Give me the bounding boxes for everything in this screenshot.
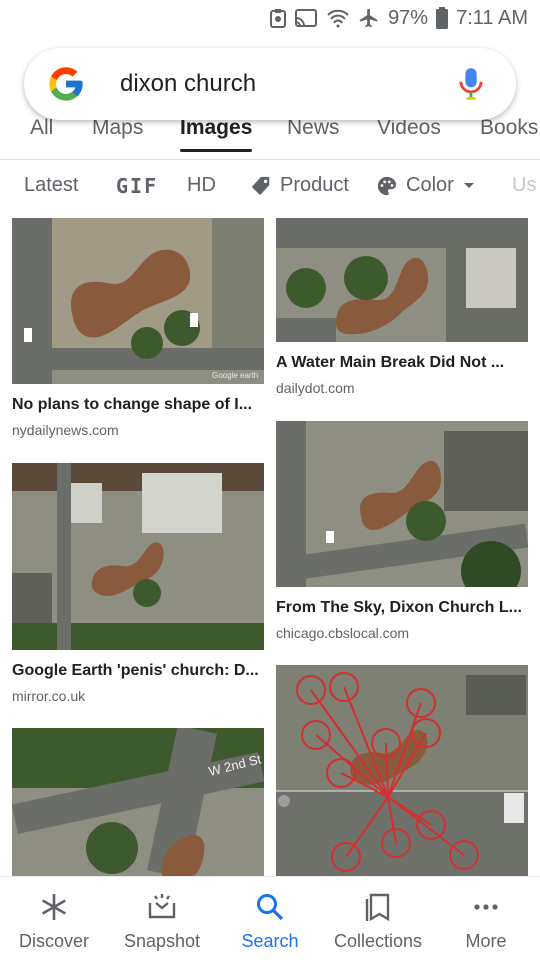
result-thumbnail[interactable]	[12, 463, 264, 650]
result-card[interactable]: W 2nd St	[12, 728, 264, 876]
chip-usage-label: Us	[512, 174, 537, 196]
notification-icon	[270, 8, 287, 28]
result-source: dailydot.com	[276, 380, 355, 396]
battery-percent: 97%	[388, 6, 429, 29]
tab-videos[interactable]: Videos	[377, 116, 441, 152]
result-thumbnail[interactable]	[276, 421, 528, 587]
wifi-icon	[326, 8, 350, 28]
nav-snapshot-label: Snapshot	[123, 931, 201, 951]
airplane-icon	[358, 7, 380, 29]
nav-collections[interactable]: Collections	[324, 877, 432, 960]
asterisk-icon	[42, 894, 66, 920]
result-card[interactable]: A Water Main Break Did Not ... dailydot.…	[276, 218, 528, 396]
nav-search-label: Search	[241, 931, 299, 951]
tab-books[interactable]: Books	[480, 116, 538, 152]
result-source: nydailynews.com	[12, 422, 119, 438]
result-thumbnail[interactable]: Google earth	[12, 218, 264, 384]
nav-more[interactable]: More	[432, 877, 540, 960]
nav-more-label: More	[465, 931, 507, 951]
result-title[interactable]: A Water Main Break Did Not ...	[276, 354, 528, 372]
filter-chips: Latest GIF HD Product Color Us	[0, 162, 540, 208]
nav-discover[interactable]: Discover	[0, 877, 108, 960]
chip-hd-label: HD	[187, 174, 216, 196]
snapshot-icon	[148, 894, 176, 919]
result-source: mirror.co.uk	[12, 688, 86, 704]
tab-images[interactable]: Images	[180, 116, 253, 152]
nav-search[interactable]: Search	[216, 877, 324, 960]
tab-all[interactable]: All	[30, 116, 53, 152]
result-title[interactable]: From The Sky, Dixon Church L...	[276, 599, 528, 617]
bottom-navigation: Discover Snapshot Search Collections Mor…	[0, 876, 540, 960]
search-bar[interactable]: dixon church	[24, 48, 516, 120]
chip-hd[interactable]: HD	[187, 174, 216, 197]
palette-icon	[377, 176, 397, 195]
chip-product-label: Product	[280, 174, 349, 196]
tab-news[interactable]: News	[287, 116, 340, 152]
cast-icon	[294, 8, 318, 28]
chip-product[interactable]: Product	[250, 174, 349, 197]
result-source: chicago.cbslocal.com	[276, 625, 410, 641]
search-input[interactable]: dixon church	[120, 70, 456, 98]
dropdown-arrow-icon	[463, 182, 474, 188]
nav-collections-label: Collections	[333, 931, 423, 951]
result-card[interactable]: Google earth No plans to change shape of…	[12, 218, 264, 438]
google-earth-watermark: Google earth	[212, 371, 258, 380]
result-card[interactable]	[276, 665, 528, 876]
result-thumbnail[interactable]	[276, 218, 528, 342]
nav-snapshot[interactable]: Snapshot	[108, 877, 216, 960]
chip-gif[interactable]: GIF	[116, 174, 158, 198]
chip-latest-label: Latest	[24, 174, 79, 196]
google-logo-icon	[49, 67, 83, 101]
result-thumbnail[interactable]: W 2nd St	[12, 728, 264, 876]
status-bar: 97% 7:11 AM	[0, 0, 540, 36]
chip-usage[interactable]: Us	[512, 174, 536, 197]
microphone-icon[interactable]	[456, 66, 486, 102]
collections-icon	[365, 893, 390, 922]
chip-gif-label: GIF	[116, 174, 159, 198]
chip-color-label: Color	[406, 174, 454, 196]
battery-icon	[436, 7, 449, 29]
tab-maps[interactable]: Maps	[92, 116, 143, 152]
result-card[interactable]: From The Sky, Dixon Church L... chicago.…	[276, 421, 528, 641]
more-dots-icon	[474, 904, 498, 910]
result-thumbnail[interactable]	[276, 665, 528, 876]
chip-color[interactable]: Color	[376, 174, 476, 197]
tag-icon	[251, 176, 270, 195]
result-card[interactable]: Google Earth 'penis' church: D... mirror…	[12, 463, 264, 704]
clock: 7:11 AM	[456, 6, 528, 29]
search-icon	[257, 894, 284, 921]
result-title[interactable]: Google Earth 'penis' church: D...	[12, 662, 264, 680]
nav-discover-label: Discover	[18, 931, 89, 951]
chip-latest[interactable]: Latest	[24, 174, 78, 197]
result-title[interactable]: No plans to change shape of I...	[12, 396, 264, 414]
